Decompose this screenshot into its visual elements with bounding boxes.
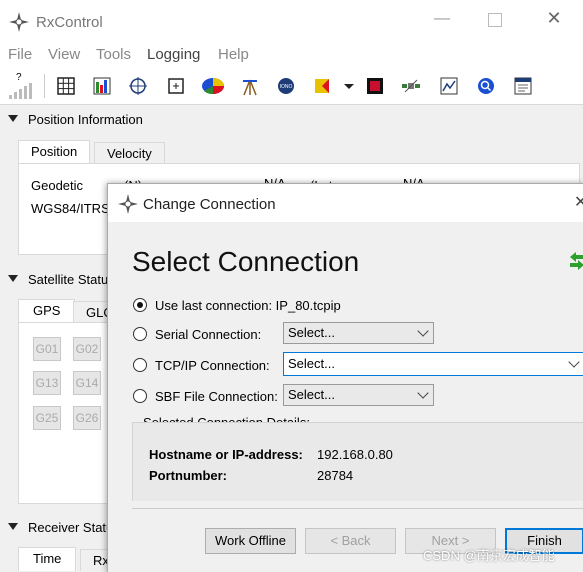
last-connection-label: Use last connection: IP_80.tcpip — [155, 298, 341, 313]
toolbar: ? IONO — [0, 68, 583, 105]
log-window-icon[interactable] — [513, 76, 533, 96]
dropdown-arrow-icon[interactable] — [342, 76, 356, 96]
collapse-arrow-icon — [8, 115, 18, 122]
back-button[interactable]: < Back — [305, 528, 396, 554]
app-logo-icon — [9, 12, 29, 32]
menu-view[interactable]: View — [48, 46, 80, 63]
divider — [132, 508, 583, 509]
hostname-value: 192.168.0.80 — [317, 447, 393, 462]
satellite-button-g26[interactable]: G26 — [73, 406, 101, 430]
menu-file[interactable]: File — [8, 46, 32, 63]
watermark: CSDN @南京宏成智能 — [423, 548, 555, 563]
sbf-file-combo-value: Select... — [288, 387, 335, 402]
change-connection-dialog: Change Connection ✕ Select Connection Us… — [107, 183, 583, 572]
dialog-title: Change Connection — [143, 196, 276, 213]
swap-arrows-icon — [570, 252, 583, 270]
pie-chart-icon[interactable] — [201, 76, 225, 96]
satellite-button-g13[interactable]: G13 — [33, 371, 61, 395]
antenna-icon[interactable] — [240, 76, 260, 96]
port-label: Portnumber: — [149, 468, 227, 483]
dialog-heading: Select Connection — [132, 246, 360, 277]
collapse-arrow-icon — [8, 275, 18, 282]
window-title: RxControl — [36, 14, 103, 31]
title-bar: RxControl — ✕ — [0, 0, 583, 42]
satellite-button-g01[interactable]: G01 — [33, 337, 61, 361]
serial-combo[interactable]: Select... — [283, 322, 434, 344]
tcpip-label: TCP/IP Connection: — [155, 358, 270, 373]
hdop-icon[interactable]: IONO — [276, 76, 296, 96]
dialog-title-bar: Change Connection ✕ — [108, 184, 583, 222]
record-icon[interactable] — [365, 76, 385, 96]
satellite-button-g25[interactable]: G25 — [33, 406, 61, 430]
satellite-section-title: Satellite Status — [28, 272, 115, 287]
grid-icon[interactable] — [56, 76, 76, 96]
dialog-close-button[interactable]: ✕ — [574, 192, 583, 212]
radio-sbf-file[interactable] — [133, 389, 147, 403]
plot-icon[interactable] — [439, 76, 459, 96]
menu-help[interactable]: Help — [218, 46, 249, 63]
signal-strength-icon[interactable]: ? — [8, 72, 34, 100]
triangle-flag-icon[interactable] — [312, 76, 332, 96]
sbf-file-combo[interactable]: Select... — [283, 384, 434, 406]
close-button[interactable]: ✕ — [542, 8, 566, 32]
color-bars-icon[interactable] — [92, 76, 112, 96]
chevron-down-icon — [417, 387, 429, 399]
satellite-button-g14[interactable]: G14 — [73, 371, 101, 395]
minimize-button[interactable]: — — [432, 10, 452, 30]
satellite-button-g02[interactable]: G02 — [73, 337, 101, 361]
tab-time[interactable]: Time — [18, 547, 77, 571]
svg-text:IONO: IONO — [280, 84, 293, 90]
tcpip-combo[interactable]: Select... — [283, 352, 583, 376]
collapse-arrow-icon — [8, 523, 18, 530]
port-value: 28784 — [317, 468, 354, 483]
crosshair-icon[interactable] — [128, 76, 148, 96]
tab-velocity[interactable]: Velocity — [94, 142, 165, 164]
tab-gps[interactable]: GPS — [18, 299, 76, 323]
geodetic-label: Geodetic — [31, 178, 84, 193]
menu-logging[interactable]: Logging — [147, 46, 200, 63]
tab-position[interactable]: Position — [18, 140, 91, 164]
position-section-title: Position Information — [28, 112, 143, 127]
position-section-header[interactable]: Position Information — [0, 110, 583, 130]
tcpip-combo-value: Select... — [288, 356, 335, 371]
menu-tools[interactable]: Tools — [96, 46, 131, 63]
menu-bar: File View Tools Logging Help — [0, 42, 583, 68]
radio-tcpip[interactable] — [133, 358, 147, 372]
serial-combo-value: Select... — [288, 325, 335, 340]
maximize-button[interactable] — [488, 13, 502, 27]
radio-selected-dot — [137, 302, 143, 308]
app-logo-icon — [118, 194, 138, 214]
work-offline-button[interactable]: Work Offline — [205, 528, 296, 554]
chevron-down-icon — [417, 325, 429, 337]
sbf-file-label: SBF File Connection: — [155, 389, 278, 404]
chevron-down-icon — [568, 356, 580, 368]
search-icon[interactable] — [476, 76, 496, 96]
datum-label: WGS84/ITRS — [31, 201, 110, 216]
satellite-icon[interactable] — [401, 76, 421, 96]
radio-serial[interactable] — [133, 327, 147, 341]
receiver-section-title: Receiver Status — [28, 520, 120, 535]
radio-last-connection[interactable] — [133, 298, 147, 312]
hostname-label: Hostname or IP-address: — [149, 447, 303, 462]
plus-box-icon[interactable] — [166, 76, 186, 96]
serial-label: Serial Connection: — [155, 327, 262, 342]
